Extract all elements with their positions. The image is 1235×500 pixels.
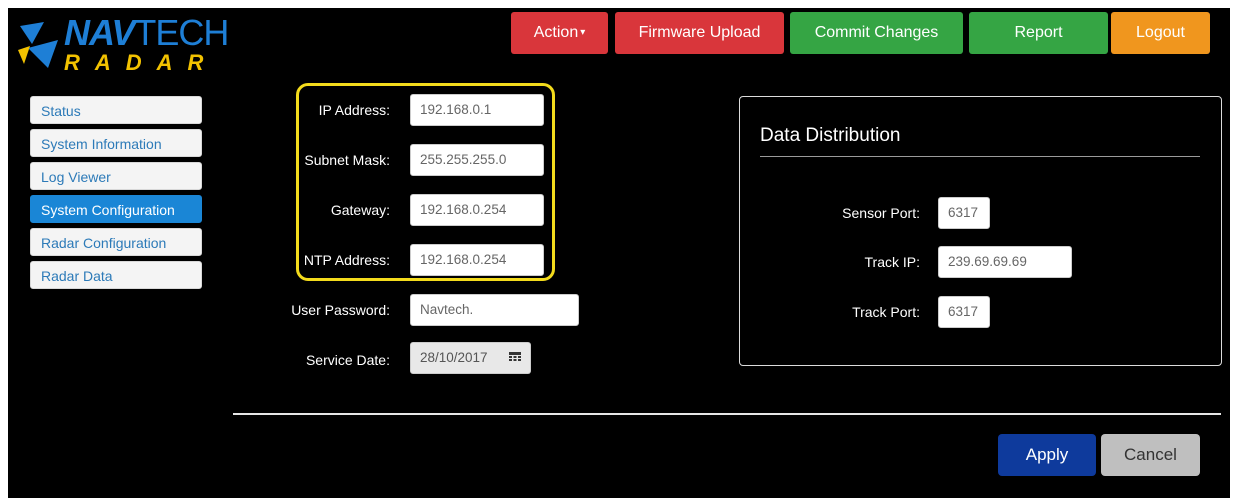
action-button-label: Action [533,24,579,41]
track-ip-label: Track IP: [864,254,921,270]
logo-text-tech: TECH [134,12,229,53]
logo-text-nav: NAV [64,12,135,53]
sidebar-item-log-viewer[interactable]: Log Viewer [30,162,202,190]
data-distribution-title: Data Distribution [760,125,901,146]
gateway-label: Gateway: [330,202,390,218]
cancel-button[interactable]: Cancel [1101,434,1200,476]
caret-down-icon: ▾ [580,27,586,38]
ntp-address-label: NTP Address: [303,252,390,268]
sensor-port-label: Sensor Port: [842,205,920,221]
sidebar-item-radar-data[interactable]: Radar Data [30,261,202,289]
user-password-label: User Password: [291,302,390,318]
data-distribution-panel: Data Distribution Sensor Port: 6317 Trac… [739,96,1222,366]
apply-button[interactable]: Apply [998,434,1096,476]
sensor-port-input[interactable]: 6317 [938,197,990,229]
ip-address-label: IP Address: [318,102,390,118]
sidebar-item-status[interactable]: Status [30,96,202,124]
gateway-input[interactable]: 192.168.0.254 [410,194,544,226]
logo-text-radar: RADAR [64,50,219,75]
logo-wordmark: NAVTECH [64,15,229,51]
app-frame: NAVTECH RADAR Action ▾ Firmware Upload Co… [8,8,1230,498]
logo-mark-icon [18,22,58,68]
subnet-mask-label: Subnet Mask: [304,152,390,168]
sidebar-item-system-configuration[interactable]: System Configuration [30,195,202,223]
firmware-upload-button[interactable]: Firmware Upload [615,12,784,54]
sidebar-item-system-information[interactable]: System Information [30,129,202,157]
ip-address-input[interactable]: 192.168.0.1 [410,94,544,126]
subnet-mask-input[interactable]: 255.255.255.0 [410,144,544,176]
logout-button[interactable]: Logout [1111,12,1210,54]
track-port-label: Track Port: [852,304,920,320]
panel-divider [760,156,1200,157]
calendar-button[interactable] [501,342,531,374]
navtech-logo: NAVTECH RADAR [18,15,278,76]
user-password-input[interactable]: Navtech. [410,294,579,326]
report-button[interactable]: Report [969,12,1108,54]
track-port-input[interactable]: 6317 [938,296,990,328]
service-date-label: Service Date: [305,352,390,368]
commit-changes-button[interactable]: Commit Changes [790,12,963,54]
ntp-address-input[interactable]: 192.168.0.254 [410,244,544,276]
action-menu-button[interactable]: Action ▾ [511,12,608,54]
footer-divider [233,413,1221,415]
service-date-input: 28/10/2017 [410,342,502,374]
sidebar-item-radar-configuration[interactable]: Radar Configuration [30,228,202,256]
track-ip-input[interactable]: 239.69.69.69 [938,246,1072,278]
calendar-icon [509,352,521,361]
